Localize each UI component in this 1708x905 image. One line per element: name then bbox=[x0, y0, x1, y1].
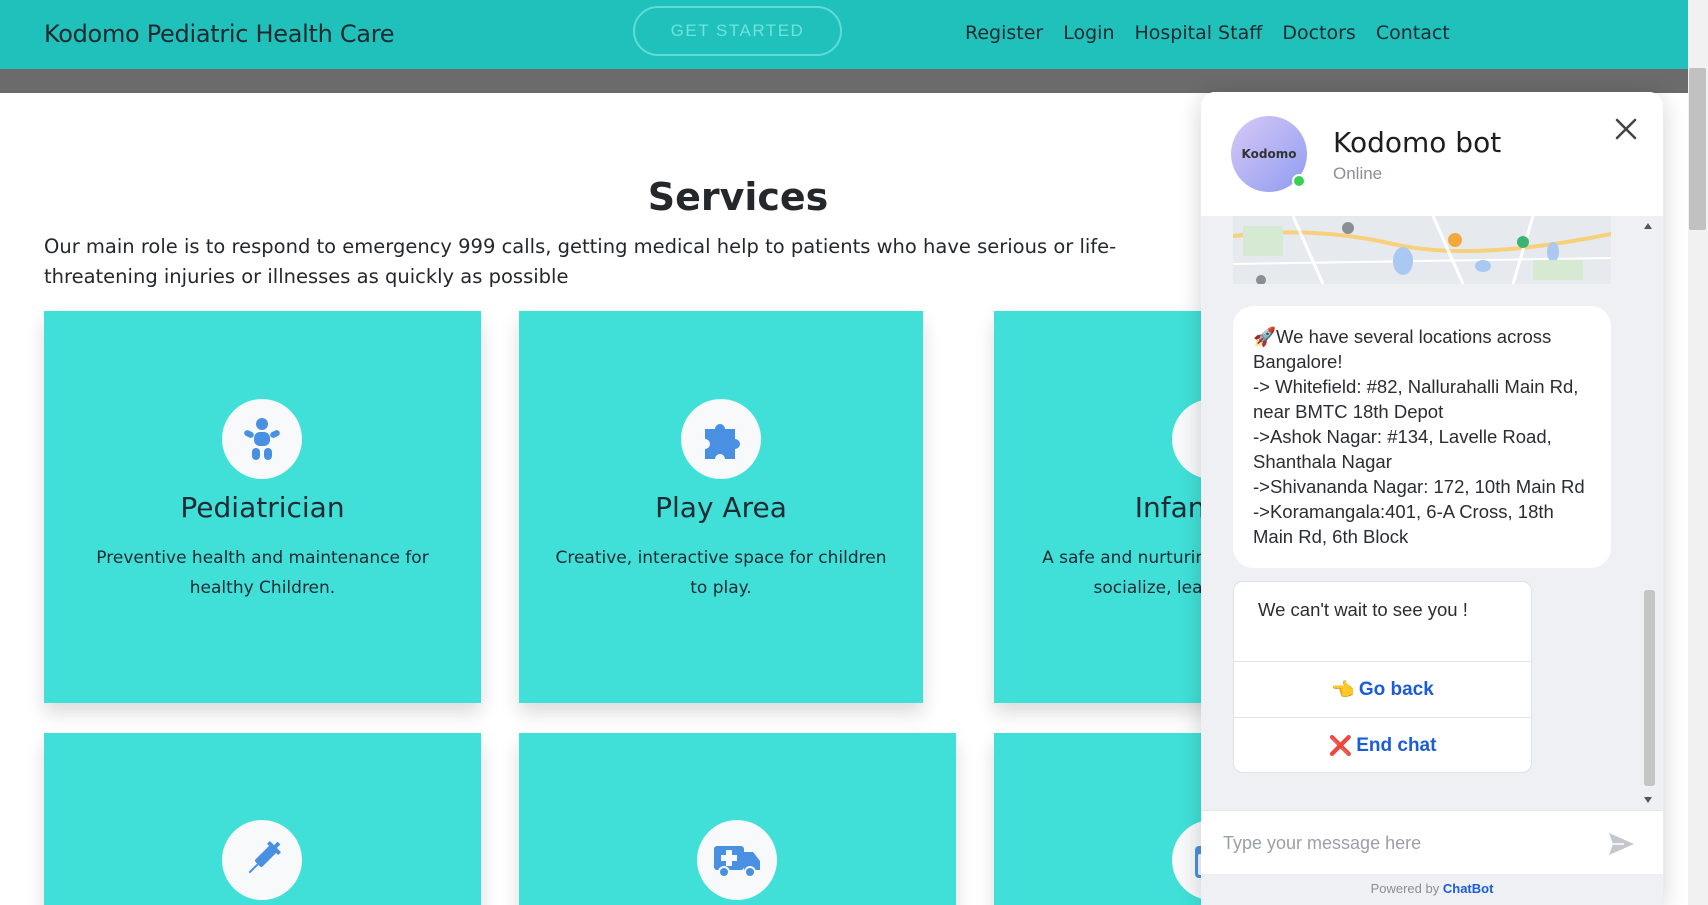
online-indicator bbox=[1292, 174, 1306, 188]
nav-hospital-staff[interactable]: Hospital Staff bbox=[1135, 22, 1263, 44]
service-card-pediatrician: Pediatrician Preventive health and maint… bbox=[44, 311, 481, 703]
message-line: Shanthala Nagar bbox=[1253, 451, 1392, 472]
quick-reply-card: We can't wait to see you ! 👈 Go back ❌ E… bbox=[1233, 581, 1532, 773]
location-map-image[interactable] bbox=[1233, 216, 1611, 284]
go-back-button[interactable]: 👈 Go back bbox=[1234, 661, 1531, 717]
message-line: ->Ashok Nagar: #134, Lavelle Road, bbox=[1253, 426, 1552, 447]
chat-input-area bbox=[1201, 810, 1663, 874]
close-chat-icon[interactable] bbox=[1611, 114, 1641, 144]
chat-header: Kodomo Kodomo bot Online bbox=[1201, 92, 1663, 216]
end-chat-button[interactable]: ❌ End chat bbox=[1234, 717, 1531, 772]
message-line: ->Koramangala:401, 6-A Cross, 18th bbox=[1253, 501, 1554, 522]
bot-message-locations: 🚀We have several locations across Bangal… bbox=[1233, 306, 1611, 568]
chat-widget: Kodomo Kodomo bot Online 🚀We have severa… bbox=[1201, 92, 1663, 905]
message-line: Bangalore! bbox=[1253, 351, 1343, 372]
puzzle-icon bbox=[681, 399, 761, 479]
syringe-icon bbox=[222, 820, 302, 900]
nav-contact[interactable]: Contact bbox=[1376, 22, 1450, 44]
send-icon[interactable] bbox=[1606, 829, 1636, 859]
chatbot-link[interactable]: ChatBot bbox=[1443, 881, 1494, 896]
ambulance-icon bbox=[697, 820, 777, 900]
brand-name[interactable]: Kodomo Pediatric Health Care bbox=[44, 20, 395, 48]
pointing-hand-icon: 👈 bbox=[1331, 679, 1355, 701]
powered-by: Powered by ChatBot bbox=[1201, 874, 1663, 905]
card-text: Creative, interactive space for children… bbox=[555, 548, 887, 598]
page-scrollbar-thumb[interactable] bbox=[1689, 68, 1706, 230]
nav-register[interactable]: Register bbox=[965, 22, 1043, 44]
get-started-button[interactable]: GET STARTED bbox=[633, 6, 842, 56]
services-description: Our main role is to respond to emergency… bbox=[44, 235, 1117, 288]
go-back-label: Go back bbox=[1358, 678, 1434, 700]
service-card-vaccination bbox=[44, 733, 481, 905]
message-line: ->Shivananda Nagar: 172, 10th Main Rd bbox=[1253, 476, 1585, 497]
message-line: 🚀We have several locations across bbox=[1253, 326, 1552, 347]
hero-strip bbox=[0, 69, 1688, 93]
chat-scrollbar-thumb[interactable] bbox=[1644, 590, 1655, 786]
top-navbar: Kodomo Pediatric Health Care GET STARTED… bbox=[0, 0, 1688, 69]
service-card-ambulance bbox=[519, 733, 956, 905]
service-card-play-area: Play Area Creative, interactive space fo… bbox=[519, 311, 923, 703]
card-title: Pediatrician bbox=[180, 491, 345, 524]
message-line: -> Whitefield: #82, Nallurahalli Main Rd… bbox=[1253, 376, 1579, 397]
message-input[interactable] bbox=[1223, 827, 1583, 859]
message-line: Main Rd, 6th Block bbox=[1253, 526, 1409, 547]
card-title: Play Area bbox=[655, 491, 787, 524]
avatar-logo-text: Kodomo bbox=[1241, 147, 1297, 161]
nav-doctors[interactable]: Doctors bbox=[1282, 22, 1356, 44]
powered-prefix: Powered by bbox=[1370, 881, 1440, 896]
message-line: near BMTC 18th Depot bbox=[1253, 401, 1444, 422]
quick-reply-text: We can't wait to see you ! bbox=[1258, 599, 1468, 620]
cross-mark-icon: ❌ bbox=[1328, 735, 1353, 757]
main-nav: Register Login Hospital Staff Doctors Co… bbox=[965, 22, 1450, 44]
nav-login[interactable]: Login bbox=[1063, 22, 1114, 44]
bot-name: Kodomo bot bbox=[1333, 126, 1502, 159]
card-text: Preventive health and maintenance for he… bbox=[96, 548, 429, 598]
baby-icon bbox=[222, 399, 302, 479]
bot-status: Online bbox=[1333, 164, 1383, 183]
end-chat-label: End chat bbox=[1356, 734, 1437, 756]
